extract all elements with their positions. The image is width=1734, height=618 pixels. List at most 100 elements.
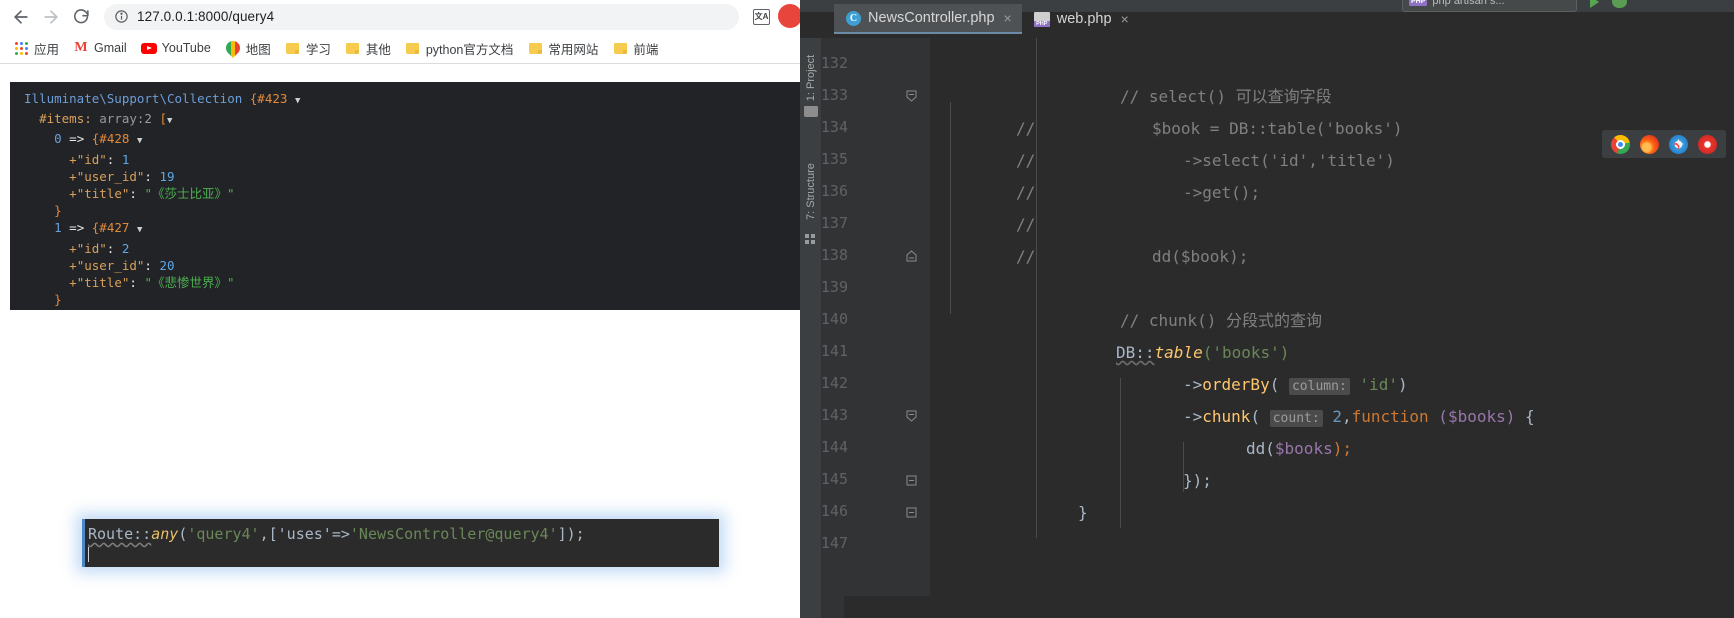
editor-bottom-strip <box>844 596 1734 618</box>
chain-op: -> <box>1183 183 1203 202</box>
method-args: ('books') <box>1202 343 1290 362</box>
line-number: 138 <box>820 246 848 264</box>
method-name: table <box>1154 343 1203 362</box>
run-play-icon[interactable] <box>1590 0 1599 8</box>
call-tail: ); <box>1332 439 1352 458</box>
translate-icon[interactable]: 文A <box>753 8 770 25</box>
method-name: get <box>1202 183 1232 202</box>
editor-tab-bar: C NewsController.php × web.php × <box>834 4 1139 34</box>
close-icon[interactable]: × <box>1004 11 1012 25</box>
close-icon[interactable]: × <box>1121 12 1129 26</box>
bookmark-label: 前端 <box>633 42 659 57</box>
bookmark-folder-python-docs[interactable]: python官方文档 <box>398 36 521 61</box>
method-args: ('books') <box>1315 119 1403 138</box>
code-line-136-body: ->get(); <box>1183 184 1260 202</box>
chain-op: -> <box>1183 151 1203 170</box>
indent-guide <box>1036 38 1037 538</box>
dump-arrow: => <box>69 131 85 147</box>
browser-toolbar: 127.0.0.1:8000/query4 文A <box>0 0 800 33</box>
dump-entry-index: 1 <box>54 220 62 236</box>
bookmark-apps[interactable]: 应用 <box>6 36 66 61</box>
class-ref: DB:: <box>1116 343 1155 362</box>
line-number: 136 <box>820 182 848 200</box>
opera-launcher-icon[interactable] <box>1698 134 1717 154</box>
route-open-paren: ( <box>178 525 188 543</box>
dump-field-key: "id" <box>76 151 107 167</box>
fold-marker-icon[interactable] <box>905 506 918 519</box>
collapse-triangle-icon[interactable]: ▼ <box>167 116 172 126</box>
bookmark-maps[interactable]: 地图 <box>218 36 278 61</box>
function-args: ($book); <box>1171 247 1249 266</box>
dump-field-value: 1 <box>121 151 130 167</box>
arg-value: 2 <box>1332 407 1342 426</box>
comment-slashes: // <box>1016 215 1036 234</box>
route-method: any <box>151 525 179 543</box>
folder-icon <box>285 40 301 56</box>
code-line-136: // <box>1016 184 1035 202</box>
bookmark-gmail[interactable]: M Gmail <box>66 37 134 59</box>
laravel-dump-output: Illuminate\Support\Collection {#423 ▼ #i… <box>10 82 800 310</box>
comment-slashes: // <box>1016 119 1036 138</box>
dump-entry-hash: {#427 <box>91 220 130 236</box>
bookmark-folder-common-sites[interactable]: 常用网站 <box>520 36 605 61</box>
code-line-145: }); <box>1183 472 1212 490</box>
fold-marker-icon[interactable] <box>905 474 918 487</box>
profile-avatar[interactable] <box>776 2 800 30</box>
back-button[interactable] <box>6 2 36 32</box>
bookmark-label: 常用网站 <box>548 42 599 57</box>
collapse-triangle-icon[interactable]: ▼ <box>137 136 142 146</box>
structure-icon[interactable] <box>805 234 815 244</box>
collapse-triangle-icon[interactable]: ▼ <box>295 96 300 106</box>
bookmark-folder-frontend[interactable]: 前端 <box>605 36 665 61</box>
line-number: 135 <box>820 150 848 168</box>
tab-newscontroller-php[interactable]: C NewsController.php × <box>834 4 1022 34</box>
forward-button[interactable] <box>36 2 66 32</box>
code-line-141: DB::table('books') <box>1116 344 1289 362</box>
firefox-launcher-icon[interactable] <box>1640 134 1659 154</box>
bookmark-folder-study[interactable]: 学习 <box>278 36 338 61</box>
tab-label: web.php <box>1056 11 1112 27</box>
chain-op: -> <box>1183 407 1203 426</box>
bookmark-folder-other[interactable]: 其他 <box>338 36 398 61</box>
code-editor[interactable]: 132 133 134 135 136 137 138 139 140 141 … <box>821 38 1734 618</box>
parameter-hint: column: <box>1288 378 1350 395</box>
editor-gutter[interactable]: 132 133 134 135 136 137 138 139 140 141 … <box>821 38 930 618</box>
gmail-icon: M <box>74 40 88 55</box>
route-suffix: ]); <box>557 525 585 543</box>
dump-entry-hash: {#428 <box>91 131 130 147</box>
folder-icon[interactable] <box>804 106 818 117</box>
code-text-area[interactable]: // select() 可以查询字段 // $book = DB::table(… <box>930 38 1734 618</box>
collapse-triangle-icon[interactable]: ▼ <box>137 225 142 235</box>
variable-name: $books <box>1274 439 1333 458</box>
bookmark-youtube[interactable]: YouTube <box>134 37 218 59</box>
chrome-launcher-icon[interactable] <box>1611 134 1630 154</box>
route-prefix: Route:: <box>88 525 152 543</box>
dump-field-key: "title" <box>76 186 130 202</box>
code-line-138-body: dd($book); <box>1152 248 1248 266</box>
bookmark-label: 其他 <box>365 42 391 57</box>
info-circle-icon <box>114 9 129 24</box>
fold-marker-icon[interactable] <box>905 250 918 263</box>
method-name: table <box>1267 119 1316 138</box>
fold-marker-icon[interactable] <box>905 410 918 423</box>
assign-op: = <box>1200 119 1230 138</box>
safari-launcher-icon[interactable] <box>1669 134 1688 154</box>
code-line-138: // <box>1016 248 1035 266</box>
open-paren: ( <box>1250 407 1261 426</box>
text-caret <box>88 547 89 562</box>
method-args: ('id','title') <box>1260 151 1395 170</box>
code-line-144: dd($books); <box>1246 439 1352 458</box>
line-number: 139 <box>820 278 848 296</box>
code-line-135-body: ->select('id','title') <box>1183 152 1395 170</box>
tab-web-php[interactable]: web.php × <box>1022 4 1139 34</box>
reload-button[interactable] <box>66 2 96 32</box>
open-paren: ( <box>1269 375 1280 394</box>
class-ref: DB:: <box>1229 119 1268 138</box>
parameter-hint: count: <box>1269 410 1323 427</box>
fold-marker-icon[interactable] <box>905 90 918 103</box>
address-bar[interactable]: 127.0.0.1:8000/query4 <box>104 3 739 30</box>
line-number: 140 <box>820 310 848 328</box>
bookmark-label: YouTube <box>161 41 211 55</box>
run-configuration-selector[interactable]: PHP php artisan s... <box>1402 0 1577 12</box>
route-arrow: => <box>331 525 350 543</box>
